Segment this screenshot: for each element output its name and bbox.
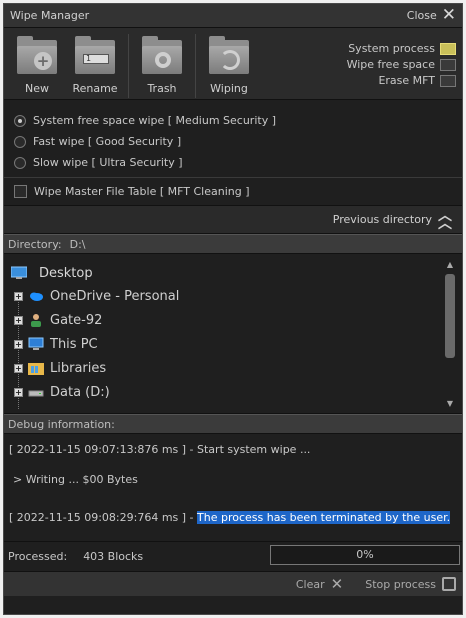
tree-item-label: Gate-92: [50, 312, 103, 328]
radio-slow-wipe[interactable]: Slow wipe [ Ultra Security ]: [14, 152, 452, 173]
new-folder-icon: +: [15, 34, 59, 78]
title-bar: Wipe Manager Close ✕: [4, 4, 462, 28]
trash-folder-icon: [140, 34, 184, 78]
radio-unselected[interactable]: [14, 156, 26, 169]
log-line-selected: The process has been terminated by the u…: [197, 511, 451, 524]
directory-path: D:\: [69, 237, 86, 251]
expand-icon[interactable]: +: [14, 291, 23, 301]
desktop-icon: [11, 266, 27, 279]
expand-icon[interactable]: +: [14, 315, 23, 325]
directory-bar: Directory: D:\: [4, 234, 462, 254]
option-label: Erase MFT: [378, 74, 435, 87]
stop-process-button[interactable]: Stop process: [365, 577, 456, 591]
toolbar: + New 1 Rename Trash Wiping System proce…: [4, 28, 462, 100]
directory-label: Directory:: [8, 237, 62, 251]
double-chevron-up-icon: ︿ ︿: [438, 207, 452, 232]
stop-icon: [442, 577, 456, 591]
log-line: [ 2022-11-15 09:08:29:764 ms ] - The pro…: [9, 510, 457, 526]
rename-box-text: 1: [83, 54, 109, 64]
clear-label: Clear: [295, 577, 325, 591]
option-label: System process: [348, 42, 435, 55]
tree-root-desktop[interactable]: Desktop: [4, 262, 462, 284]
radio-label: Slow wipe [ Ultra Security ]: [33, 156, 183, 169]
library-folder-icon: [28, 363, 44, 375]
bottom-bar: Clear ✕ Stop process: [4, 572, 462, 596]
radio-system-free-space-wipe[interactable]: System free space wipe [ Medium Security…: [14, 110, 452, 131]
wipe-manager-window: Wipe Manager Close ✕ + New 1 Rename Tras…: [3, 3, 463, 615]
wiping-folder-icon: [207, 34, 251, 78]
radio-label: Fast wipe [ Good Security ]: [33, 135, 182, 148]
close-button[interactable]: Close ✕: [407, 7, 456, 24]
tree-item-this-pc[interactable]: + This PC: [4, 332, 462, 356]
scroll-up-icon[interactable]: ▲: [444, 260, 456, 269]
tree-item-label: Data (D:): [50, 384, 110, 400]
radio-unselected[interactable]: [14, 135, 26, 148]
debug-header-label: Debug information:: [8, 417, 115, 431]
computer-icon: [28, 337, 44, 350]
tree-item-onedrive[interactable]: + OneDrive - Personal: [4, 284, 462, 308]
tree-item-libraries[interactable]: + Libraries: [4, 356, 462, 380]
rename-label: Rename: [72, 82, 118, 95]
tree-item-label: OneDrive - Personal: [50, 288, 180, 304]
radio-label: System free space wipe [ Medium Security…: [33, 114, 276, 127]
close-label: Close: [406, 9, 437, 22]
wiping-label: Wiping: [210, 82, 248, 95]
indicator-off: [440, 74, 456, 87]
tree-root-label: Desktop: [39, 265, 93, 281]
expand-icon[interactable]: +: [14, 363, 23, 373]
mft-checkbox-row[interactable]: Wipe Master File Table [ MFT Cleaning ]: [4, 178, 462, 206]
trash-label: Trash: [147, 82, 177, 95]
expand-icon[interactable]: +: [14, 387, 23, 397]
tree-item-label: This PC: [50, 336, 98, 352]
new-button[interactable]: + New: [10, 34, 64, 95]
user-icon: [31, 314, 41, 327]
toolbar-divider: [128, 34, 129, 98]
rename-folder-icon: 1: [73, 34, 117, 78]
mft-checkbox-label: Wipe Master File Table [ MFT Cleaning ]: [34, 185, 250, 198]
close-icon: ✕: [441, 5, 456, 25]
indicator-on: [440, 42, 456, 55]
clear-icon: ✕: [330, 574, 344, 593]
window-title: Wipe Manager: [10, 9, 90, 22]
clear-button[interactable]: Clear ✕: [295, 574, 344, 593]
debug-log: [ 2022-11-15 09:07:13:876 ms ] - Start s…: [4, 434, 462, 542]
drive-icon: [28, 390, 44, 397]
previous-directory-label: Previous directory: [332, 213, 432, 226]
status-options: System process Wipe free space Erase MFT: [347, 42, 456, 87]
tree-item-data-drive[interactable]: + Data (D:): [4, 380, 462, 404]
scroll-thumb[interactable]: [445, 274, 455, 358]
new-label: New: [25, 82, 49, 95]
wipe-mode-group: System free space wipe [ Medium Security…: [4, 100, 462, 178]
log-line-prefix: [ 2022-11-15 09:08:29:764 ms ] -: [9, 511, 198, 524]
option-erase-mft[interactable]: Erase MFT: [378, 74, 456, 87]
folder-tree: Desktop + OneDrive - Personal + Gate-92 …: [4, 254, 462, 414]
progress-text: 0%: [356, 548, 374, 561]
stop-process-label: Stop process: [365, 577, 436, 591]
radio-fast-wipe[interactable]: Fast wipe [ Good Security ]: [14, 131, 452, 152]
previous-directory-button[interactable]: Previous directory ︿ ︿: [4, 206, 462, 234]
option-system-process[interactable]: System process: [348, 42, 456, 55]
trash-button[interactable]: Trash: [135, 34, 189, 95]
wiping-button[interactable]: Wiping: [202, 34, 256, 95]
option-wipe-free-space[interactable]: Wipe free space: [347, 58, 456, 71]
tree-item-label: Libraries: [50, 360, 107, 376]
tree-scrollbar[interactable]: ▲ ▼: [444, 260, 456, 408]
toolbar-divider: [195, 34, 196, 98]
processed-value: 403 Blocks: [83, 550, 144, 563]
expand-icon[interactable]: +: [14, 339, 23, 349]
option-label: Wipe free space: [346, 58, 435, 71]
processed-label: Processed:: [8, 550, 68, 563]
cloud-icon: [30, 292, 43, 301]
scroll-down-icon[interactable]: ▼: [444, 399, 456, 408]
log-line: [ 2022-11-15 09:07:13:876 ms ] - Start s…: [9, 443, 311, 456]
debug-header: Debug information:: [4, 414, 462, 434]
log-line: > Writing ... $00 Bytes: [13, 473, 138, 486]
mft-checkbox[interactable]: [14, 185, 27, 198]
indicator-off: [440, 58, 456, 71]
rename-button[interactable]: 1 Rename: [68, 34, 122, 95]
tree-item-gate-92[interactable]: + Gate-92: [4, 308, 462, 332]
radio-selected[interactable]: [14, 114, 26, 127]
progress-bar: 0%: [270, 545, 460, 565]
status-row: Processed: 403 Blocks 0%: [4, 542, 462, 572]
